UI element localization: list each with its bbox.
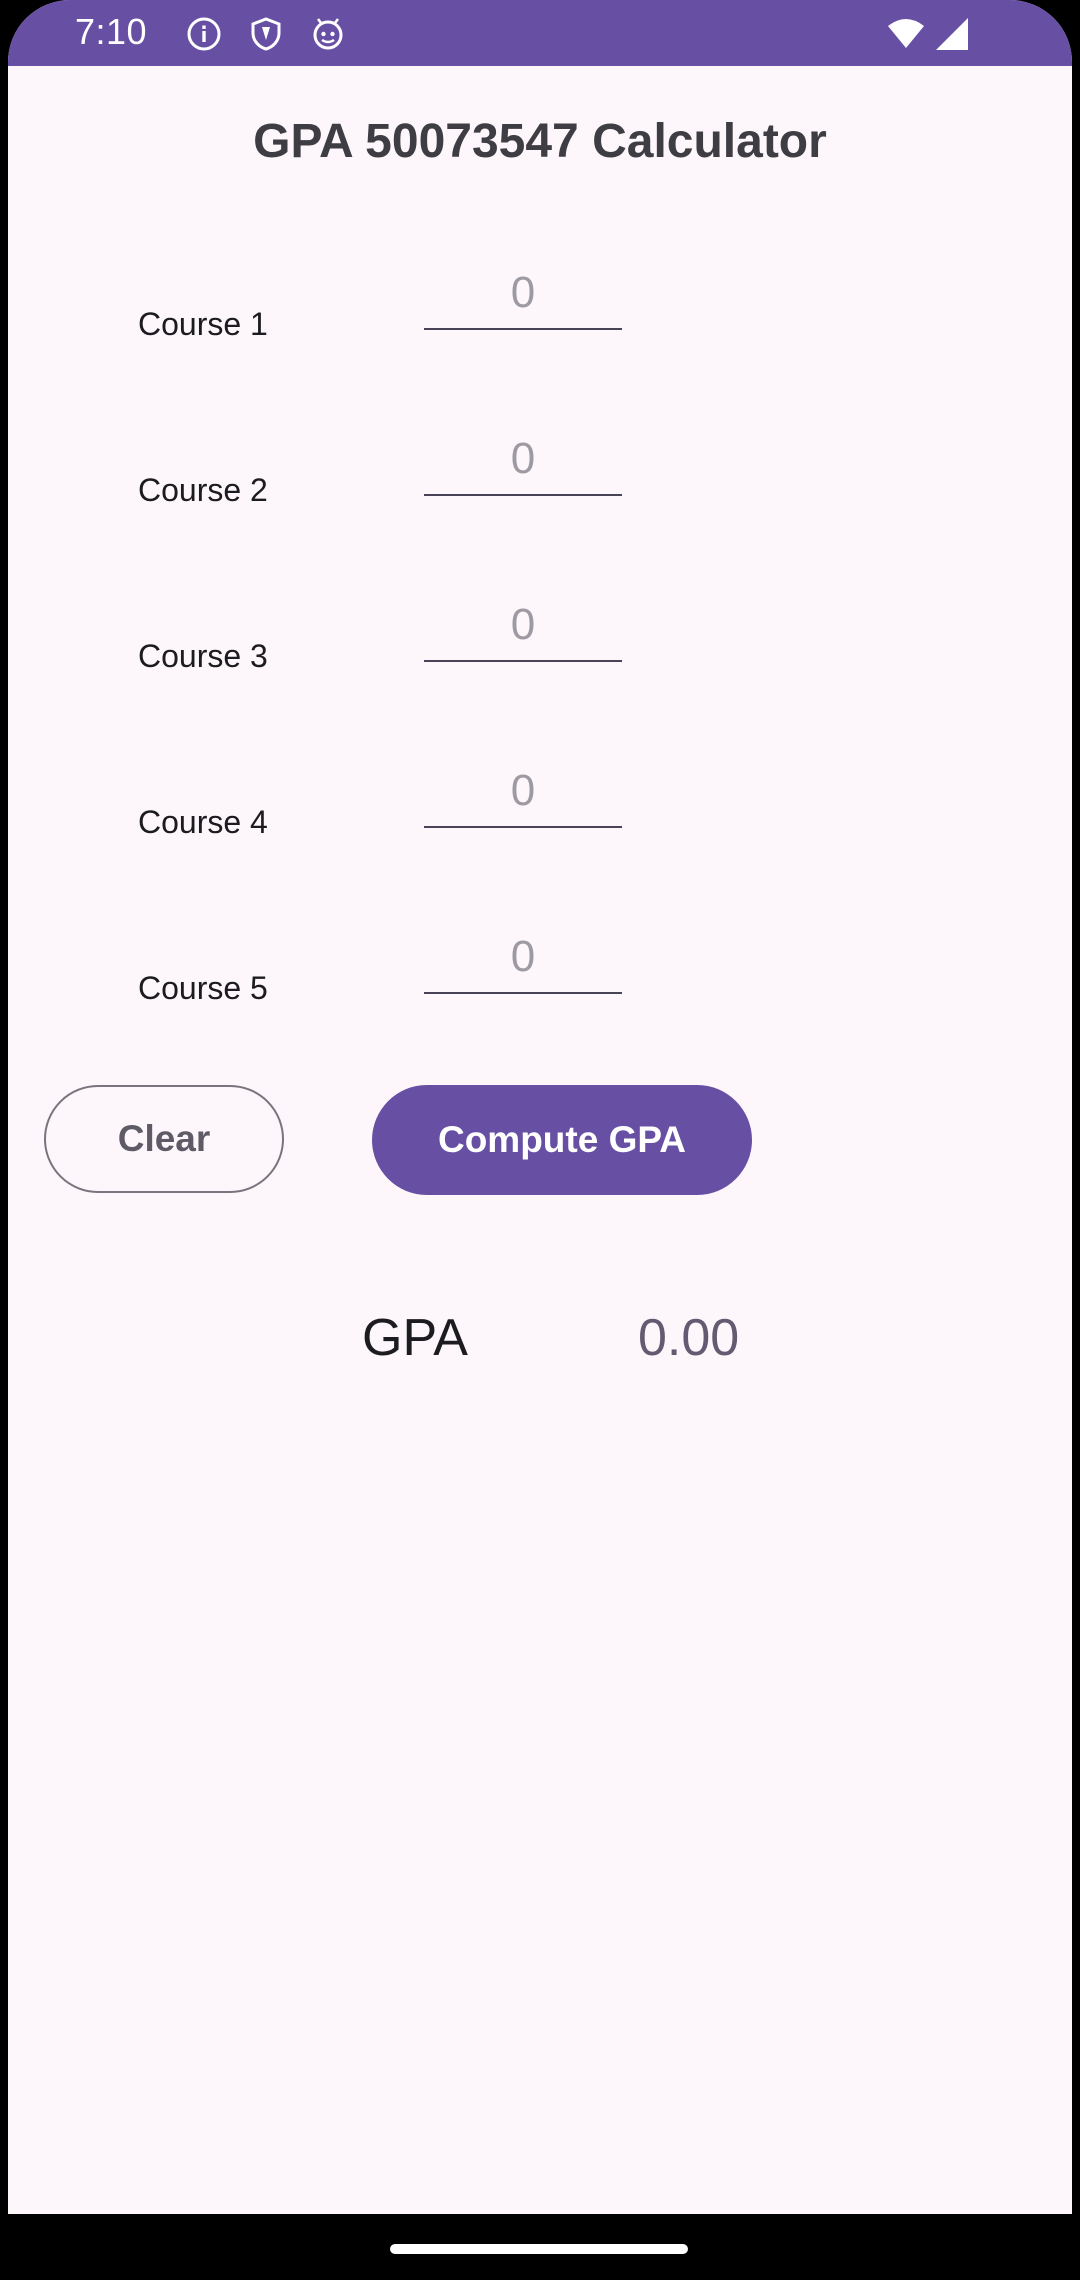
status-bar: 7:10 [8,0,1072,66]
course-2-grade-input[interactable] [424,424,622,496]
app-window: 7:10 GPA 50073547 Calculator Course 1 0 … [8,0,1072,2280]
clear-button[interactable]: Clear [44,1085,284,1193]
course-label: Course 1 [138,306,268,342]
navigation-bar [0,2214,1080,2280]
course-row-5: Course 5 [8,922,1072,1042]
home-gesture-handle[interactable] [390,2244,688,2254]
course-label: Course 5 [138,970,268,1006]
course-label: Course 2 [138,472,268,508]
course-label: Course 4 [138,804,268,840]
course-row-3: Course 3 [8,590,1072,710]
course-label: Course 3 [138,638,268,674]
gpa-label: GPA [362,1309,468,1367]
gpa-value: 0.00 [638,1309,740,1367]
compute-gpa-button[interactable]: Compute GPA [372,1085,752,1195]
course-5-grade-input[interactable] [424,922,622,994]
cellular-signal-icon [934,16,970,52]
status-time: 7:10 [75,11,148,52]
course-4-grade-input[interactable] [424,756,622,828]
shield-icon [248,16,284,52]
info-icon [186,16,222,52]
course-3-grade-input[interactable] [424,590,622,662]
course-row-2: Course 2 [8,424,1072,544]
wifi-icon [886,16,926,52]
android-debug-icon [310,16,346,52]
course-1-grade-input[interactable] [424,258,622,330]
course-row-4: Course 4 [8,756,1072,876]
course-row-1: Course 1 [8,258,1072,378]
phone-screen: 7:10 GPA 50073547 Calculator Course 1 0 … [0,0,1080,2280]
page-title: GPA 50073547 Calculator [253,115,827,168]
